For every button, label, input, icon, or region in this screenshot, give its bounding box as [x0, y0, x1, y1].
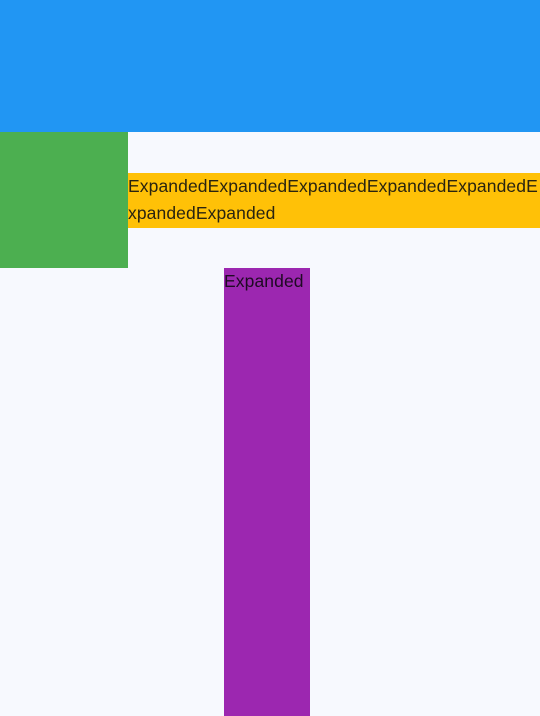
purple-expanded-text: Expanded [224, 271, 304, 291]
amber-expanded-text: ExpandedExpandedExpandedExpandedExpanded… [128, 176, 538, 223]
purple-expanded-box: Expanded [224, 268, 310, 716]
top-app-bar [0, 0, 540, 132]
amber-expanded-box: ExpandedExpandedExpandedExpandedExpanded… [128, 173, 540, 228]
green-box [0, 132, 128, 268]
